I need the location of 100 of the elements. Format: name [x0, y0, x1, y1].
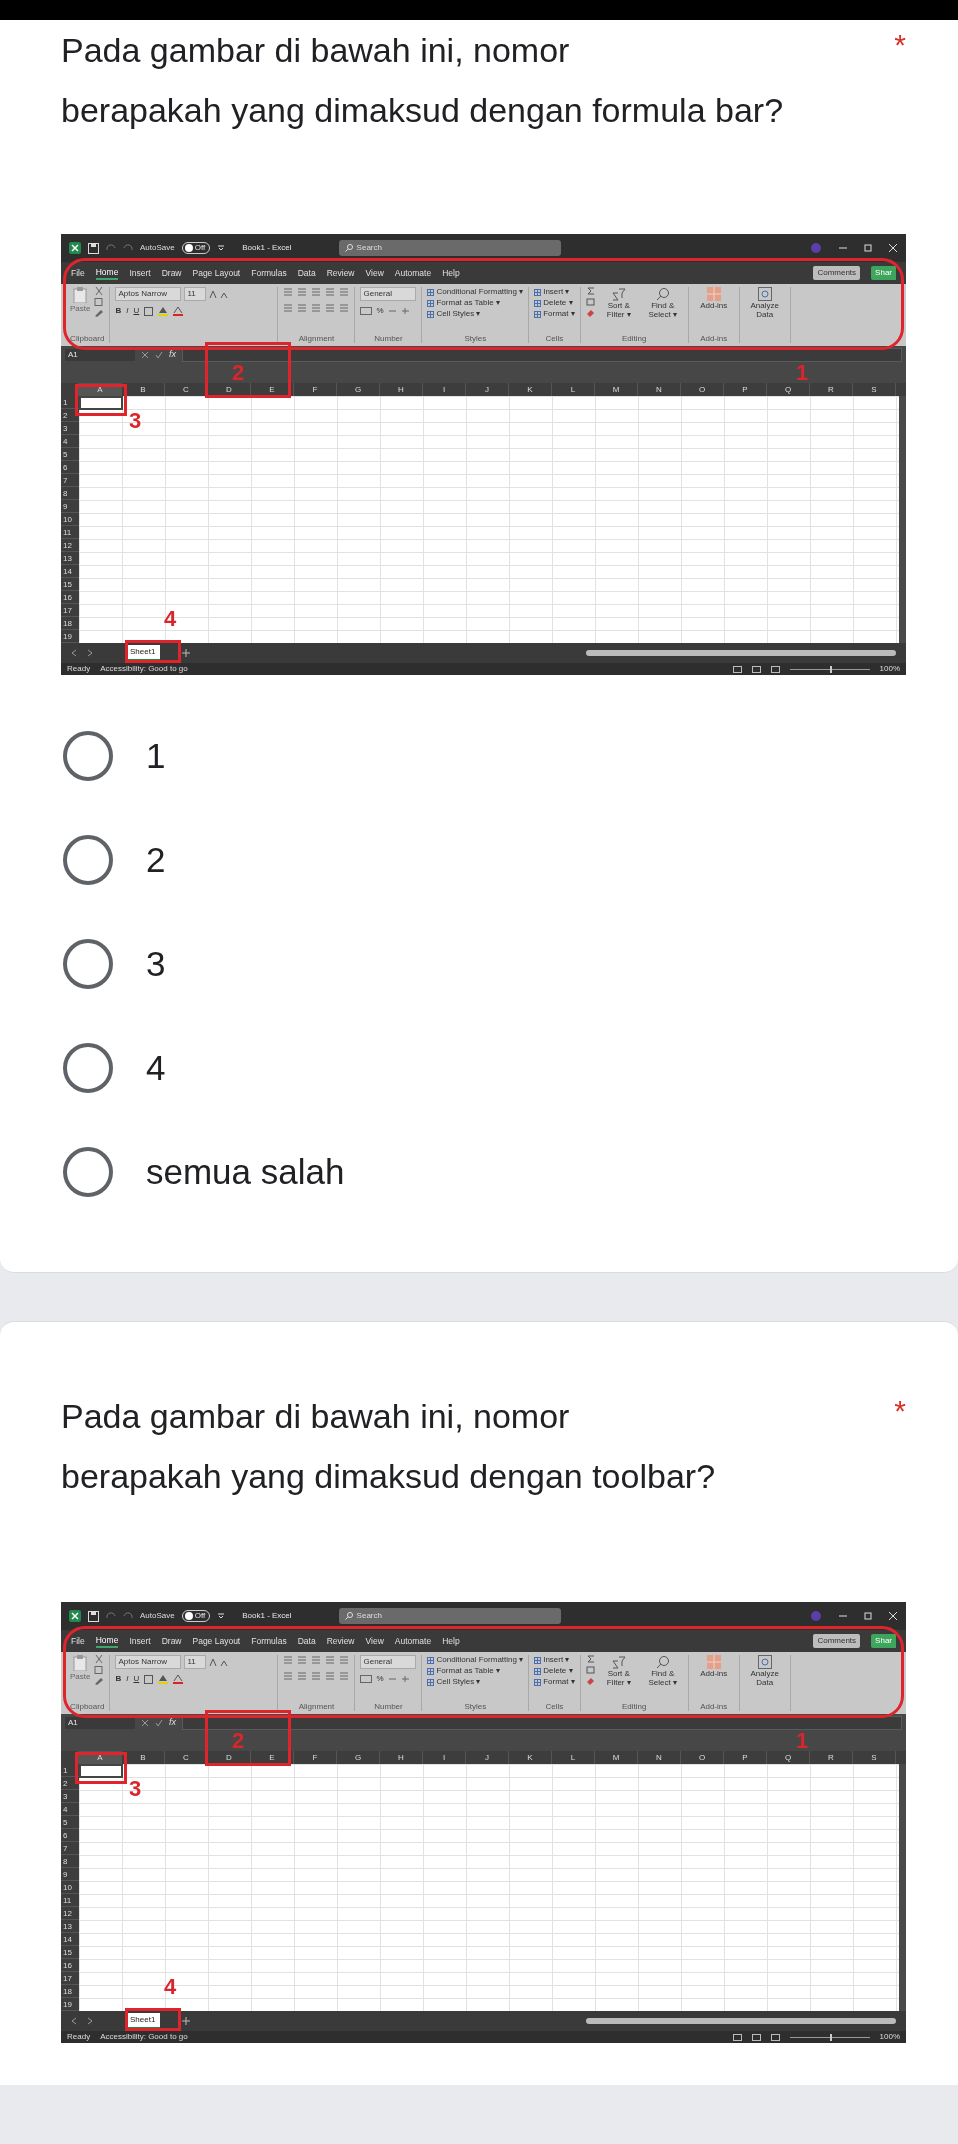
menu-tab[interactable]: Home — [95, 1634, 119, 1648]
page-break-icon[interactable] — [770, 665, 780, 673]
font-grow-icon[interactable] — [209, 1657, 218, 1667]
sum-icon[interactable] — [585, 287, 595, 295]
borders-icon[interactable] — [144, 1674, 154, 1684]
ribbon-command[interactable]: Format ▾ — [543, 309, 575, 319]
comments-button[interactable]: Comments — [813, 266, 861, 280]
save-icon[interactable] — [88, 242, 99, 254]
menu-tab[interactable]: Page Layout — [192, 1635, 241, 1647]
normal-view-icon[interactable] — [732, 2033, 742, 2041]
search-field[interactable]: Search — [338, 240, 561, 256]
copy-icon[interactable] — [94, 298, 105, 306]
redo-icon[interactable] — [123, 244, 133, 252]
decimal-increase-icon[interactable] — [387, 1675, 397, 1683]
align-icon[interactable] — [311, 1655, 322, 1665]
menu-tab[interactable]: File — [71, 1635, 85, 1647]
menu-tab[interactable]: Review — [326, 267, 355, 279]
scissors-icon[interactable] — [94, 287, 105, 295]
format-button[interactable]: B — [115, 305, 122, 317]
align-icon[interactable] — [297, 1655, 308, 1665]
radio-button[interactable] — [63, 1147, 113, 1197]
cancel-icon[interactable] — [141, 1719, 149, 1727]
undo-icon[interactable] — [106, 244, 116, 252]
sum-icon[interactable] — [585, 1655, 595, 1663]
fill-down-icon[interactable] — [585, 1666, 595, 1674]
align-icon[interactable] — [297, 1671, 308, 1681]
font-size-field[interactable]: 11 — [184, 287, 207, 301]
ribbon-command[interactable]: Analyze Data — [744, 287, 785, 343]
page-break-icon[interactable] — [770, 2033, 780, 2041]
normal-view-icon[interactable] — [732, 665, 742, 673]
align-icon[interactable] — [297, 303, 308, 313]
ribbon-command[interactable]: Sort & Filter ▾ — [598, 1655, 639, 1702]
next-sheet-icon[interactable] — [87, 649, 93, 657]
align-icon[interactable] — [325, 303, 336, 313]
number-format-field[interactable]: General — [360, 1655, 417, 1669]
font-name-field[interactable]: Aptos Narrow — [115, 287, 182, 301]
radio-button[interactable] — [63, 731, 113, 781]
format-button[interactable]: I — [126, 305, 129, 317]
ribbon-command[interactable]: Add-ins — [693, 1655, 734, 1702]
menu-tab[interactable]: Home — [95, 266, 119, 280]
dropdown-icon[interactable] — [217, 1612, 226, 1620]
ribbon-command[interactable]: Add-ins — [693, 287, 734, 334]
decimal-increase-icon[interactable] — [387, 307, 397, 315]
menu-tab[interactable]: Help — [442, 1635, 460, 1647]
align-icon[interactable] — [325, 1671, 336, 1681]
close-icon[interactable] — [888, 243, 898, 253]
selected-cell[interactable] — [79, 396, 123, 410]
ribbon-command[interactable]: Cell Styles ▾ — [436, 1677, 481, 1687]
redo-icon[interactable] — [123, 1612, 133, 1620]
avatar-icon[interactable] — [811, 1611, 821, 1621]
align-icon[interactable] — [311, 303, 322, 313]
ribbon-command[interactable]: Delete ▾ — [543, 1666, 573, 1676]
align-icon[interactable] — [339, 1671, 350, 1681]
fill-color-icon[interactable] — [158, 1674, 169, 1684]
search-field[interactable]: Search — [338, 1608, 561, 1624]
align-icon[interactable] — [283, 303, 294, 313]
menu-tab[interactable]: View — [365, 267, 384, 279]
format-button[interactable]: I — [126, 1673, 129, 1685]
font-grow-icon[interactable] — [209, 289, 218, 299]
format-button[interactable]: U — [133, 305, 140, 317]
comments-button[interactable]: Comments — [813, 1634, 861, 1648]
menu-tab[interactable]: File — [71, 267, 85, 279]
percent-button[interactable]: % — [376, 305, 384, 317]
menu-tab[interactable]: Formulas — [251, 1635, 287, 1647]
page-layout-icon[interactable] — [751, 665, 761, 673]
align-icon[interactable] — [339, 1655, 350, 1665]
ribbon-command[interactable]: Delete ▾ — [543, 298, 573, 308]
undo-icon[interactable] — [106, 1612, 116, 1620]
restore-icon[interactable] — [863, 243, 873, 253]
menu-tab[interactable]: Help — [442, 267, 460, 279]
menu-tab[interactable]: Formulas — [251, 267, 287, 279]
add-sheet-icon[interactable] — [182, 2017, 191, 2025]
currency-icon[interactable] — [360, 1675, 373, 1683]
align-icon[interactable] — [297, 287, 308, 297]
menu-tab[interactable]: Insert — [129, 267, 151, 279]
align-icon[interactable] — [311, 287, 322, 297]
ribbon-command[interactable]: Format as Table ▾ — [436, 298, 500, 308]
menu-tab[interactable]: Automate — [394, 267, 432, 279]
horizontal-scrollbar[interactable] — [586, 650, 896, 656]
align-icon[interactable] — [283, 1655, 294, 1665]
menu-tab[interactable]: View — [365, 1635, 384, 1647]
horizontal-scrollbar[interactable] — [586, 2018, 896, 2024]
radio-button[interactable] — [63, 835, 113, 885]
menu-tab[interactable]: Insert — [129, 1635, 151, 1647]
ribbon-command[interactable]: Insert ▾ — [543, 287, 570, 297]
ribbon-command[interactable]: Conditional Formatting ▾ — [436, 287, 524, 297]
decimal-decrease-icon[interactable] — [400, 307, 410, 315]
ribbon-command[interactable]: Cell Styles ▾ — [436, 309, 481, 319]
add-sheet-icon[interactable] — [182, 649, 191, 657]
vertical-scrollbar[interactable] — [899, 1764, 906, 2011]
radio-button[interactable] — [63, 939, 113, 989]
close-icon[interactable] — [888, 1611, 898, 1621]
align-icon[interactable] — [311, 1671, 322, 1681]
cancel-icon[interactable] — [141, 351, 149, 359]
currency-icon[interactable] — [360, 307, 373, 315]
font-color-icon[interactable] — [173, 1674, 184, 1684]
check-icon[interactable] — [155, 1719, 163, 1727]
font-size-field[interactable]: 11 — [184, 1655, 207, 1669]
ribbon-command[interactable]: Format as Table ▾ — [436, 1666, 500, 1676]
eraser-icon[interactable] — [585, 1677, 595, 1685]
